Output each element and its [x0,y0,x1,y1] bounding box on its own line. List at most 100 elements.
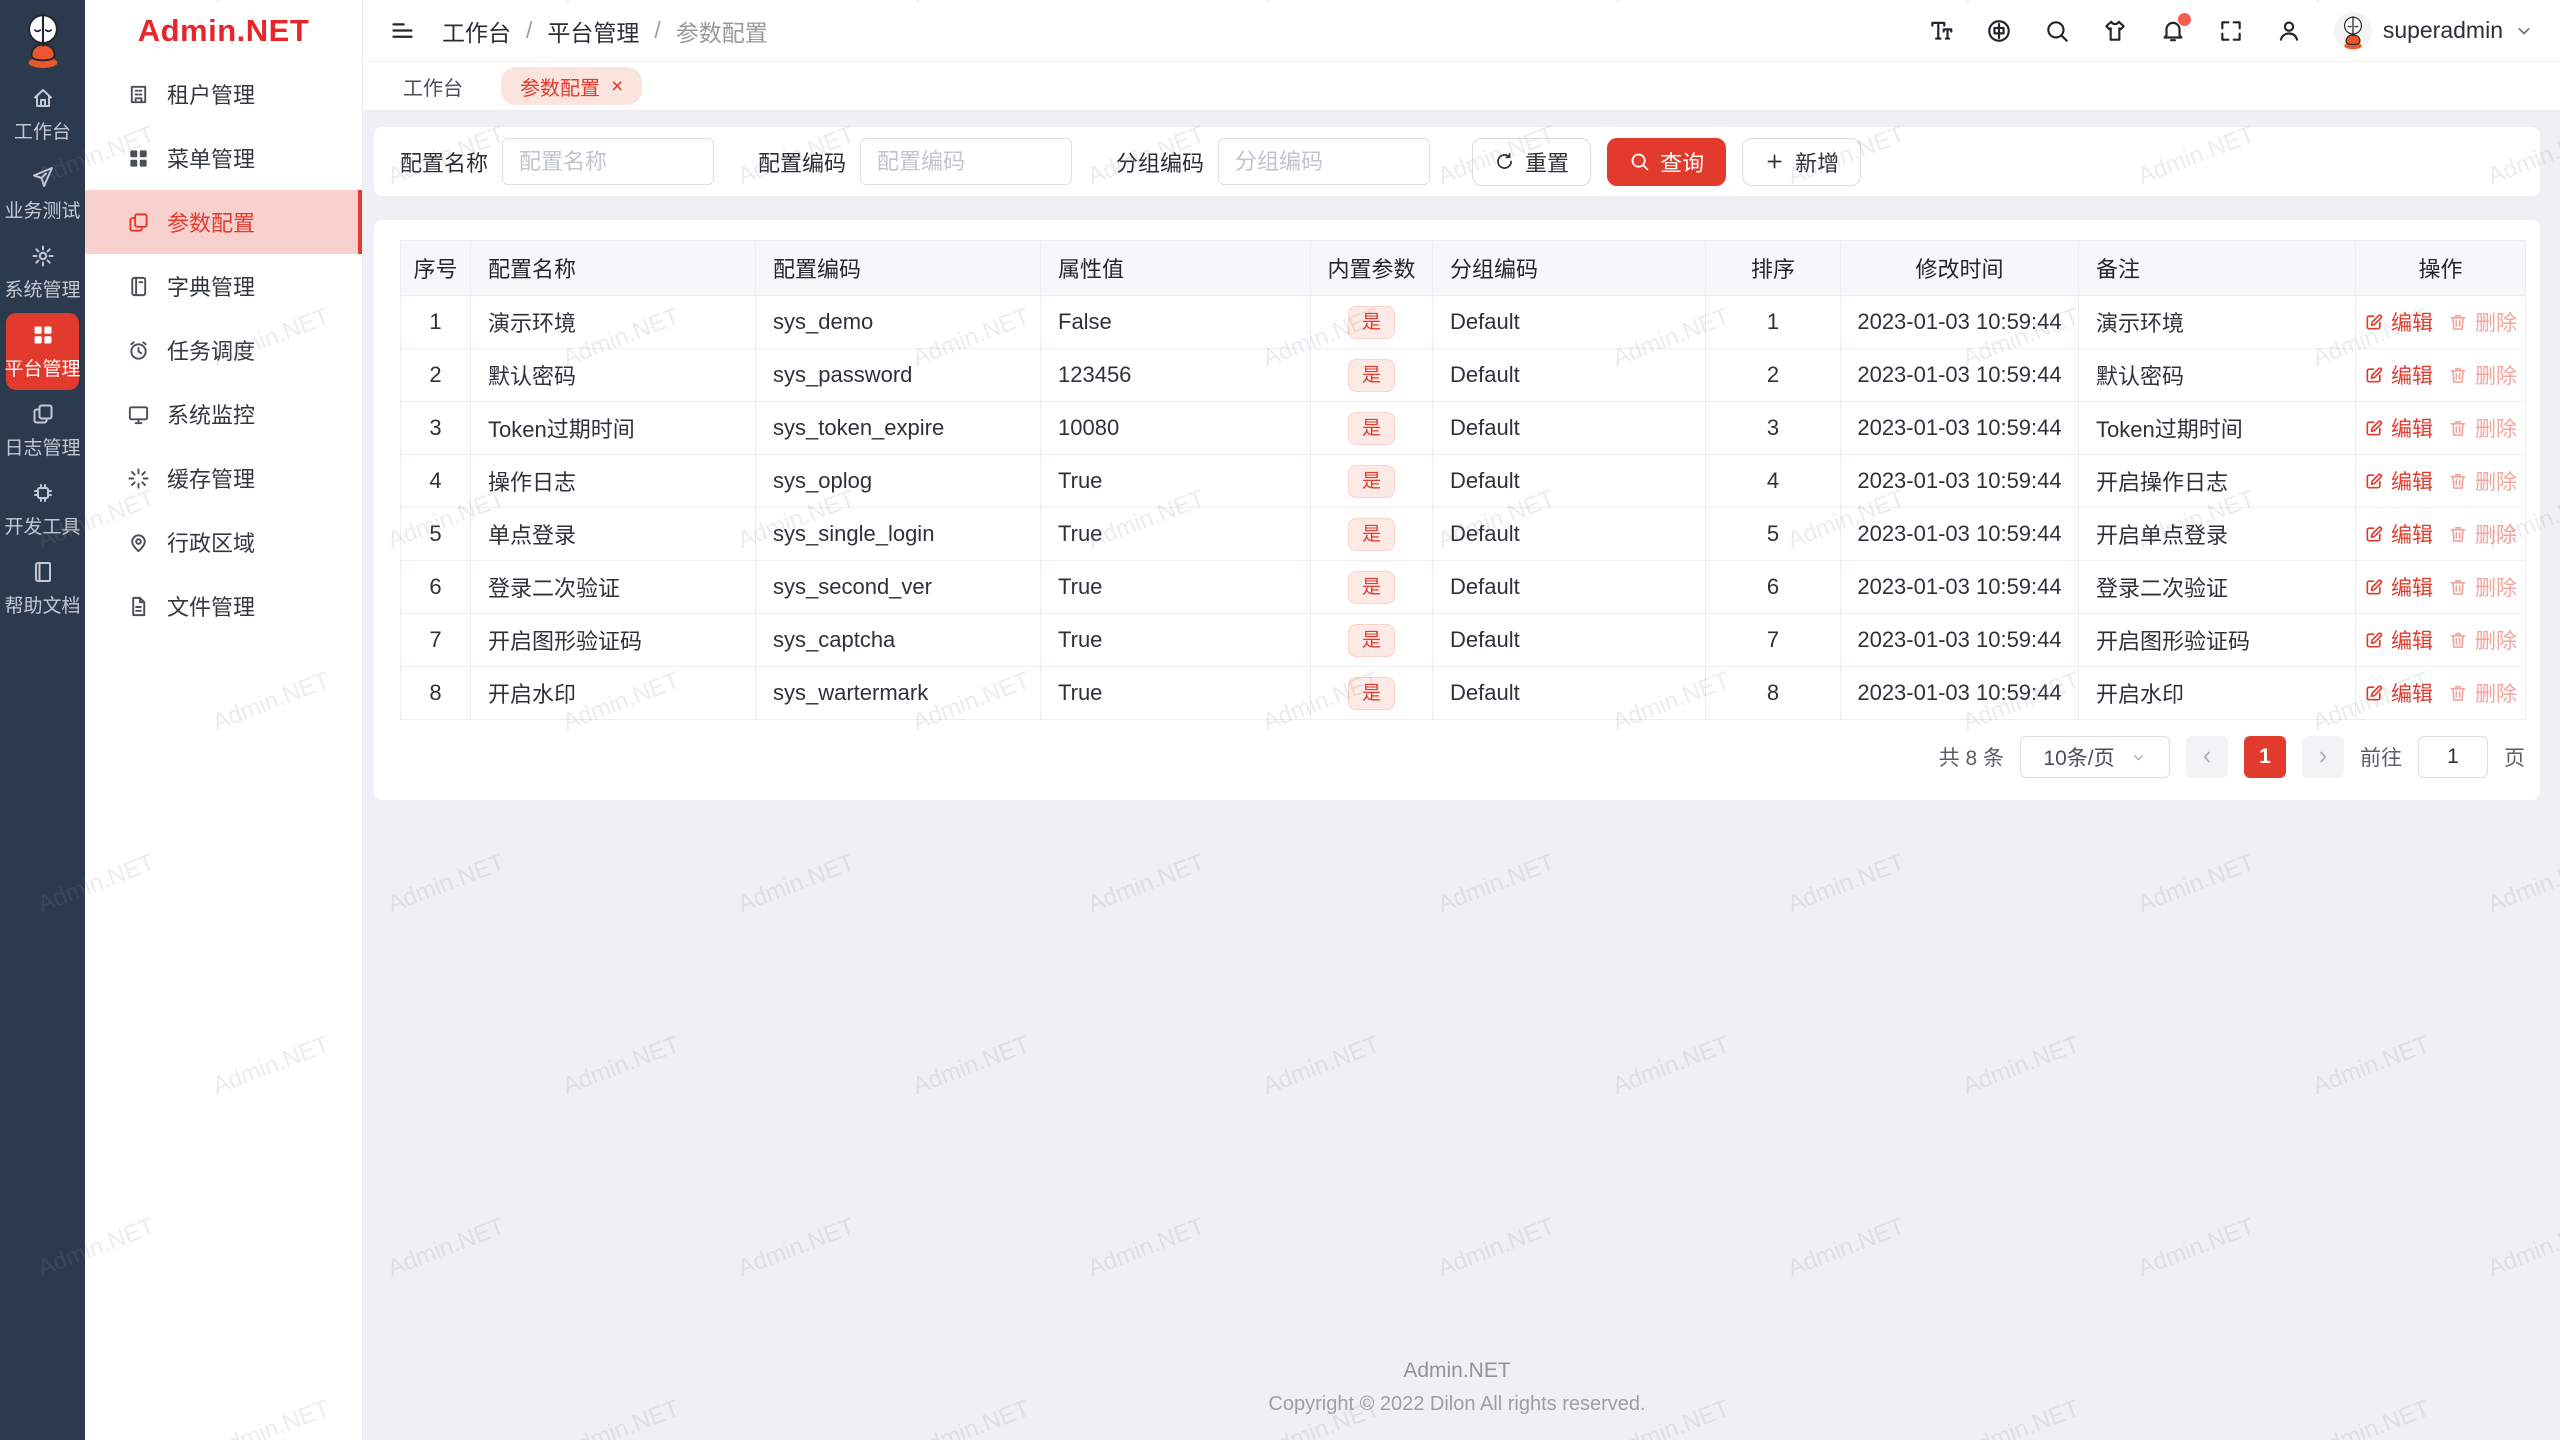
user-menu[interactable]: superadmin [2333,11,2534,50]
cell-builtin: 是 [1310,613,1433,667]
cell-sort: 1 [1705,295,1841,349]
sidebar-item-monitor[interactable]: 系统监控 [85,382,362,446]
delete-button[interactable]: 删除 [2448,678,2517,708]
edit-button[interactable]: 编辑 [2364,625,2433,655]
config-table: 序号 配置名称 配置编码 属性值 内置参数 分组编码 排序 修改时间 备注 操作 1 演示环境 sys… [400,240,2526,720]
footer-copyright: Copyright © 2022 Dilon All rights reserv… [1268,1393,1646,1415]
language-icon[interactable] [1986,18,2012,44]
delete-button[interactable]: 删除 [2448,413,2517,443]
loading-icon [127,467,150,490]
breadcrumb-workbench[interactable]: 工作台 [442,14,511,48]
document-icon [127,595,150,618]
cell-remark: 开启水印 [2078,666,2356,720]
user-icon[interactable] [2276,18,2302,44]
edit-button[interactable]: 编辑 [2364,466,2433,496]
cell-name: 登录二次验证 [470,560,756,614]
delete-button[interactable]: 删除 [2448,360,2517,390]
sidebar-item-label: 行政区域 [167,531,256,556]
column-header-time: 修改时间 [1840,240,2079,296]
delete-button[interactable]: 删除 [2448,572,2517,602]
cell-remark: 默认密码 [2078,348,2356,402]
cell-name: 单点登录 [470,507,756,561]
sidebar-item-grid[interactable]: 菜单管理 [85,126,362,190]
rail-item-label: 开发工具 [4,517,81,538]
sidebar: Admin.NET 租户管理 菜单管理 参数配置 字典管理 任务调度 系统监控 缓存管理 行政… [85,0,363,1440]
cell-value: 123456 [1040,348,1311,402]
rail-item-gear[interactable]: 系统管理 [5,234,81,311]
breadcrumb-platform[interactable]: 平台管理 [547,14,639,48]
edit-button[interactable]: 编辑 [2364,678,2433,708]
prev-page-button[interactable] [2186,736,2228,778]
rail-item-book[interactable]: 帮助文档 [5,550,81,627]
sidebar-item-building[interactable]: 租户管理 [85,62,362,126]
column-header-sort: 排序 [1705,240,1841,296]
breadcrumb: 工作台 / 平台管理 / 参数配置 [442,14,768,48]
rail-item-home[interactable]: 工作台 [6,76,79,153]
table-row: 5 单点登录 sys_single_login True 是 Default 5 2023-0… [400,507,2526,561]
table-row: 8 开启水印 sys_wartermark True 是 Default 8 2023-01-… [400,666,2526,720]
add-button[interactable]: 新增 [1742,137,1862,186]
search-icon[interactable] [2044,18,2070,44]
cell-name: 默认密码 [470,348,756,402]
sidebar-item-label: 菜单管理 [167,147,256,172]
rail-item-chip[interactable]: 开发工具 [4,471,81,548]
edit-button[interactable]: 编辑 [2364,307,2433,337]
close-tab-icon[interactable]: × [611,76,623,97]
sidebar-item-loading[interactable]: 缓存管理 [85,446,362,510]
reset-button[interactable]: 重置 [1472,137,1592,186]
group-code-input[interactable] [1218,138,1431,185]
sidebar-item-label: 文件管理 [167,595,256,620]
delete-button[interactable]: 删除 [2448,625,2517,655]
cell-value: 10080 [1040,401,1311,455]
collapse-menu-icon[interactable] [389,17,416,44]
edit-button[interactable]: 编辑 [2364,413,2433,443]
current-page[interactable]: 1 [2244,736,2286,778]
cell-group: Default [1432,295,1706,349]
theme-icon[interactable] [2102,18,2128,44]
builtin-tag: 是 [1347,623,1395,657]
edit-button[interactable]: 编辑 [2364,360,2433,390]
cell-code: sys_oplog [755,454,1041,508]
cell-builtin: 是 [1310,295,1433,349]
grid-icon [31,323,55,347]
config-code-input[interactable] [860,138,1073,185]
delete-button[interactable]: 删除 [2448,466,2517,496]
sidebar-item-notebook[interactable]: 字典管理 [85,254,362,318]
delete-label: 删除 [2475,629,2517,653]
notification-icon[interactable] [2160,12,2191,44]
goto-page-input[interactable] [2418,736,2488,778]
cell-no: 1 [400,295,471,349]
query-button[interactable]: 查询 [1607,137,1727,186]
tab-param-config[interactable]: 参数配置 × [501,67,643,105]
cell-no: 2 [400,348,471,402]
sidebar-item-location[interactable]: 行政区域 [85,510,362,574]
cell-builtin: 是 [1310,454,1433,508]
cell-time: 2023-01-03 10:59:44 [1840,295,2079,349]
delete-label: 删除 [2475,470,2517,494]
cell-no: 3 [400,401,471,455]
delete-button[interactable]: 删除 [2448,307,2517,337]
edit-button[interactable]: 编辑 [2364,572,2433,602]
rail-item-send[interactable]: 业务测试 [5,155,81,232]
sidebar-item-copy-document[interactable]: 参数配置 [85,190,362,254]
rail-item-copy[interactable]: 日志管理 [5,392,81,469]
cell-actions: 编辑 删除 [2355,401,2526,455]
copy-icon [31,402,55,426]
sidebar-item-alarm-clock[interactable]: 任务调度 [85,318,362,382]
page-size-select[interactable]: 10条/页 [2020,736,2170,778]
fullscreen-icon[interactable] [2218,18,2244,44]
delete-button[interactable]: 删除 [2448,519,2517,549]
cell-no: 7 [400,613,471,667]
edit-button[interactable]: 编辑 [2364,519,2433,549]
cell-actions: 编辑 删除 [2355,613,2526,667]
next-page-button[interactable] [2302,736,2344,778]
delete-label: 删除 [2475,364,2517,388]
rail-item-grid[interactable]: 平台管理 [5,313,81,390]
refresh-icon [1497,153,1512,169]
tab-workbench[interactable]: 工作台 [403,72,463,101]
page-footer: Admin.NET Copyright © 2022 Dilon All rig… [374,1359,2540,1426]
cell-remark: 开启操作日志 [2078,454,2356,508]
font-size-icon[interactable] [1928,18,1954,44]
sidebar-item-document[interactable]: 文件管理 [85,574,362,638]
config-name-input[interactable] [502,138,715,185]
